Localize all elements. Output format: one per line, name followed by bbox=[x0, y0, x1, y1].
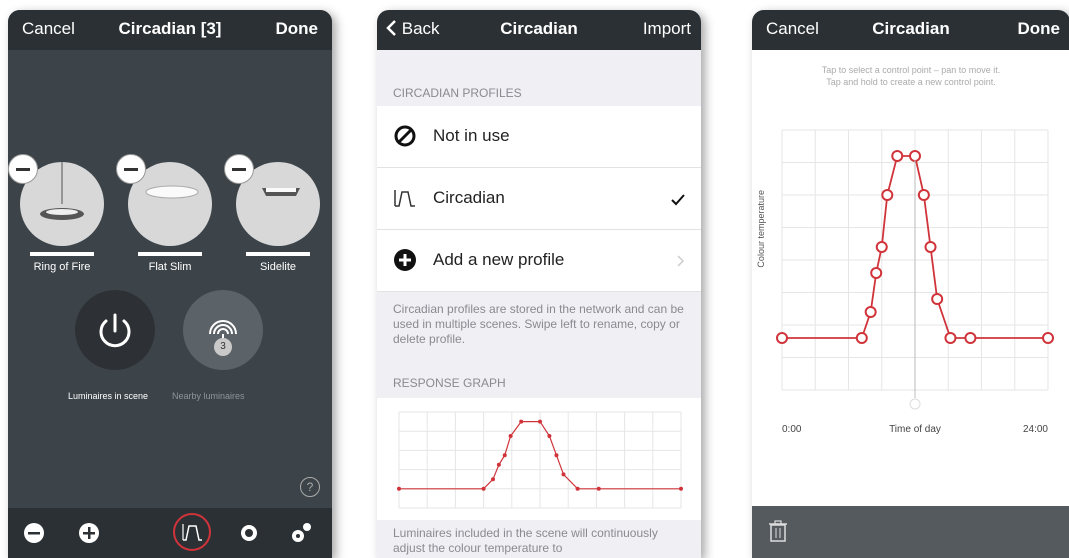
checkmark-icon bbox=[671, 194, 685, 206]
bottom-toolbar bbox=[752, 506, 1069, 558]
list-item-label: Not in use bbox=[433, 126, 510, 145]
level-bar[interactable] bbox=[246, 252, 310, 256]
control-point[interactable] bbox=[855, 332, 868, 344]
level-bar[interactable] bbox=[30, 252, 94, 256]
control-point[interactable] bbox=[1042, 332, 1054, 344]
increase-icon[interactable] bbox=[79, 523, 99, 543]
control-point bbox=[502, 453, 507, 458]
luminaire-name: Flat Slim bbox=[148, 261, 192, 273]
list-item-circadian[interactable]: Circadian bbox=[377, 168, 701, 230]
x-axis-label: Time of day bbox=[889, 424, 941, 435]
chevron-right-icon bbox=[677, 255, 685, 267]
list-item-not-in-use[interactable]: Not in use bbox=[377, 106, 701, 168]
control-point[interactable] bbox=[924, 241, 937, 253]
import-button[interactable]: Import bbox=[643, 19, 691, 39]
luminaire-name: Ring of Fire bbox=[33, 261, 91, 273]
list-item-label: Add a new profile bbox=[433, 250, 565, 269]
control-point[interactable] bbox=[875, 241, 888, 253]
trash-icon[interactable] bbox=[768, 520, 788, 542]
hint-line-2: Tap and hold to create a new control poi… bbox=[826, 77, 996, 87]
control-point bbox=[397, 486, 401, 491]
x-tick-label: 0:00 bbox=[782, 424, 802, 435]
response-graph-chart bbox=[397, 411, 683, 509]
broadcast-icon bbox=[209, 320, 237, 342]
control-point[interactable] bbox=[909, 150, 921, 162]
luminaire-name: Sidelite bbox=[259, 261, 297, 273]
decrease-icon[interactable] bbox=[24, 523, 44, 543]
control-point bbox=[496, 462, 501, 467]
control-point bbox=[491, 477, 495, 482]
bottom-toolbar bbox=[8, 508, 332, 558]
circadian-profiles-screen: Back Circadian Import CIRCADIAN PROFILES… bbox=[377, 10, 701, 558]
control-point bbox=[554, 453, 559, 458]
scene-editor-screen: Cancel Circadian [3] Done Ring of Fire F… bbox=[8, 10, 332, 558]
circadian-icon bbox=[394, 190, 415, 207]
level-bar[interactable] bbox=[138, 252, 202, 256]
nav-bar: Cancel Circadian [3] Done bbox=[8, 10, 332, 50]
control-point[interactable] bbox=[917, 189, 930, 201]
circadian-icon[interactable] bbox=[173, 513, 211, 551]
luminaire-image bbox=[224, 154, 320, 246]
control-point[interactable] bbox=[870, 267, 883, 279]
luminaire-image bbox=[116, 154, 212, 246]
response-graph[interactable] bbox=[377, 398, 701, 520]
ring-lamp-icon bbox=[40, 162, 84, 220]
control-point bbox=[575, 486, 580, 491]
control-point[interactable] bbox=[931, 293, 944, 305]
flat-lamp-icon bbox=[145, 185, 199, 199]
sidelite-lamp-icon bbox=[262, 188, 300, 196]
brightness-icon[interactable] bbox=[241, 525, 257, 541]
luminaire-sidelite[interactable]: Sidelite bbox=[224, 154, 320, 273]
control-point bbox=[538, 419, 542, 424]
x-tick-label: 24:00 bbox=[1023, 424, 1048, 435]
control-point[interactable] bbox=[944, 332, 957, 344]
circadian-graph-editor-screen: Cancel Circadian Done Tap to select a co… bbox=[752, 10, 1069, 558]
control-point bbox=[547, 434, 552, 438]
hint-line-1: Tap to select a control point – pan to m… bbox=[821, 65, 1001, 75]
profiles-note: Circadian profiles are stored in the net… bbox=[393, 302, 684, 346]
control-point bbox=[481, 486, 486, 491]
time-cursor-handle[interactable] bbox=[909, 398, 921, 410]
nearby-luminaires-button[interactable]: 3 bbox=[183, 290, 263, 370]
control-point[interactable] bbox=[964, 332, 977, 344]
help-icon[interactable]: ? bbox=[300, 477, 320, 497]
power-button[interactable] bbox=[75, 290, 155, 370]
power-icon bbox=[99, 313, 131, 348]
done-button[interactable]: Done bbox=[276, 19, 319, 39]
section-header-profiles: CIRCADIAN PROFILES bbox=[393, 86, 522, 100]
control-point bbox=[596, 486, 601, 491]
y-axis-label: Colour temperature bbox=[756, 190, 766, 268]
luminaire-ring-of-fire[interactable]: Ring of Fire bbox=[8, 154, 104, 273]
control-point bbox=[561, 472, 566, 477]
control-point[interactable] bbox=[864, 306, 877, 318]
control-point[interactable] bbox=[881, 189, 894, 201]
nearby-luminaires-label: Nearby luminaires bbox=[172, 391, 245, 401]
control-point bbox=[508, 434, 513, 438]
control-point[interactable] bbox=[891, 150, 904, 162]
done-button[interactable]: Done bbox=[1018, 19, 1061, 39]
luminaires-in-scene-label: Luminaires in scene bbox=[68, 391, 149, 401]
settings-icon[interactable] bbox=[292, 523, 311, 542]
section-header-graph: RESPONSE GRAPH bbox=[393, 376, 506, 390]
list-item-add-profile[interactable]: Add a new profile bbox=[377, 230, 701, 292]
circadian-curve-editor[interactable]: Colour temperature 0:00 Time of day 24:00 bbox=[752, 110, 1069, 440]
control-point bbox=[679, 486, 683, 491]
luminaire-flat-slim[interactable]: Flat Slim bbox=[116, 154, 212, 273]
add-circle-icon bbox=[394, 249, 416, 271]
bottom-note: Luminaires included in the scene will co… bbox=[393, 526, 658, 555]
nav-bar: Cancel Circadian Done bbox=[752, 10, 1069, 50]
control-point bbox=[519, 419, 524, 424]
luminaire-image bbox=[8, 154, 104, 246]
list-item-label: Circadian bbox=[433, 188, 505, 207]
nav-bar: Back Circadian Import bbox=[377, 10, 701, 50]
prohibited-icon bbox=[394, 125, 416, 147]
control-point[interactable] bbox=[776, 332, 788, 344]
nearby-count-badge: 3 bbox=[214, 338, 232, 356]
